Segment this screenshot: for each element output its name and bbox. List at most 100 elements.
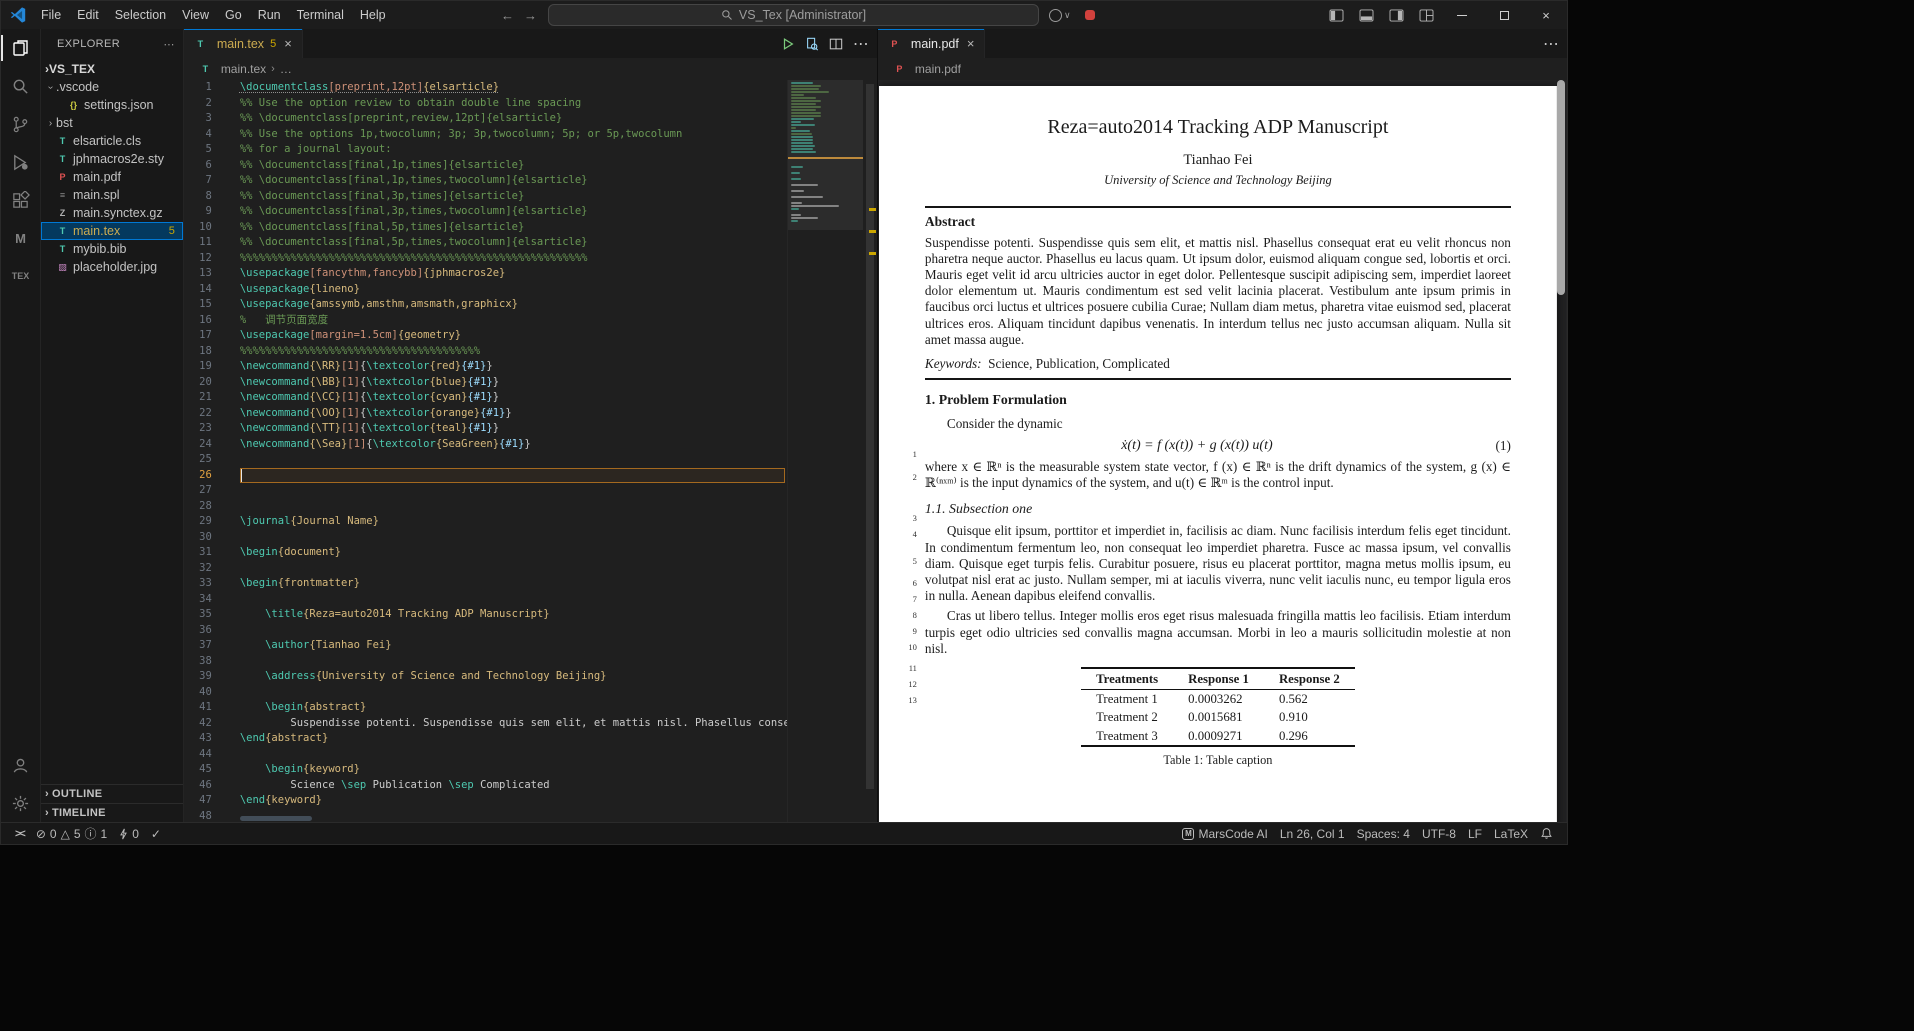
pdf-scrollbar-thumb[interactable] [1557, 80, 1565, 295]
tab-main-pdf[interactable]: P main.pdf × [877, 29, 986, 58]
encoding-status[interactable]: UTF-8 [1416, 823, 1462, 845]
code-line[interactable]: 33 \begin{frontmatter} [184, 576, 877, 592]
line-number[interactable]: 25 [184, 452, 228, 468]
code-line[interactable]: 1 \documentclass[preprint,12pt]{elsarticl… [184, 80, 877, 96]
line-number[interactable]: 23 [184, 421, 228, 437]
line-number[interactable]: 15 [184, 297, 228, 313]
line-number[interactable]: 44 [184, 747, 228, 763]
menu-file[interactable]: File [33, 4, 69, 26]
line-number[interactable]: 28 [184, 499, 228, 515]
line-number[interactable]: 18 [184, 344, 228, 360]
scrollbar-thumb[interactable] [865, 84, 874, 789]
code-line[interactable]: 18%%%%%%%%%%%%%%%%%%%%%%%%%%%%%%%%%%%%%% [184, 344, 877, 360]
build-check-status[interactable]: ✓ [145, 823, 167, 845]
minimap[interactable] [786, 80, 863, 822]
line-number[interactable]: 13 [184, 266, 228, 282]
code-line[interactable]: 23 \newcommand{\TT}[1]{\textcolor{teal}{#… [184, 421, 877, 437]
code-line[interactable]: 30 [184, 530, 877, 546]
file-tree-item[interactable]: ≡ main.spl [41, 186, 183, 204]
latex-workshop-icon[interactable]: TEX [1, 257, 41, 295]
indentation-status[interactable]: Spaces: 4 [1351, 823, 1416, 845]
nav-forward-icon[interactable]: → [524, 8, 537, 23]
outline-section[interactable]: › OUTLINE [41, 784, 183, 803]
command-center-search[interactable]: VS_Tex [Administrator] [548, 4, 1039, 26]
line-number[interactable]: 9 [184, 204, 228, 220]
code-line[interactable]: 36 [184, 623, 877, 639]
code-line[interactable]: 40 [184, 685, 877, 701]
toggle-secondary-sidebar-icon[interactable] [1381, 1, 1411, 29]
tab-main-tex[interactable]: T main.tex 5 × [183, 29, 303, 58]
line-number[interactable]: 17 [184, 328, 228, 344]
close-window-button[interactable]: × [1525, 1, 1567, 29]
file-tree-item[interactable]: Tjphmacros2e.sty [41, 150, 183, 168]
copilot-menu-icon[interactable]: ∨ [1049, 8, 1071, 22]
code-line[interactable]: 43 \end{abstract} [184, 731, 877, 747]
remote-indicator[interactable]: >< [9, 823, 30, 845]
customize-layout-icon[interactable] [1411, 1, 1441, 29]
line-number[interactable]: 1 [184, 80, 228, 96]
code-line[interactable]: 24 \newcommand{\Sea}[1]{\textcolor{SeaGre… [184, 437, 877, 453]
bolt-status[interactable]: 0 [113, 823, 145, 845]
code-line[interactable]: 46 Science \sep Publication \sep Complic… [184, 778, 877, 794]
code-line[interactable]: 37 \author{Tianhao Fei} [184, 638, 877, 654]
search-view-icon[interactable] [1, 67, 41, 105]
code-line[interactable]: 41 \begin{abstract} [184, 700, 877, 716]
line-number[interactable]: 20 [184, 375, 228, 391]
code-line[interactable]: 15 \usepackage{amssymb,amsthm,amsmath,gra… [184, 297, 877, 313]
explorer-more-actions-icon[interactable]: ⋯ [163, 38, 174, 51]
line-number[interactable]: 31 [184, 545, 228, 561]
code-line[interactable]: 45 \begin{keyword} [184, 762, 877, 778]
vertical-scrollbar[interactable] [863, 80, 877, 822]
menu-selection[interactable]: Selection [107, 4, 174, 26]
line-number[interactable]: 14 [184, 282, 228, 298]
file-tree-item[interactable]: Telsarticle.cls [41, 132, 183, 150]
view-pdf-button[interactable] [805, 37, 819, 51]
line-number[interactable]: 21 [184, 390, 228, 406]
close-tab-icon[interactable]: × [967, 36, 975, 51]
explorer-root-folder[interactable]: › VS_TEX [41, 59, 183, 78]
split-editor-icon[interactable] [829, 37, 843, 51]
code-line[interactable]: 7 %% \documentclass[final,1p,times,twocol… [184, 173, 877, 189]
code-line[interactable]: 9 %% \documentclass[final,3p,times,twocol… [184, 204, 877, 220]
toggle-primary-sidebar-icon[interactable] [1321, 1, 1351, 29]
file-tree-item[interactable]: ▨ placeholder.jpg [41, 258, 183, 276]
eol-status[interactable]: LF [1462, 823, 1488, 845]
line-number[interactable]: 3 [184, 111, 228, 127]
line-number[interactable]: 48 [184, 809, 228, 823]
line-number[interactable]: 6 [184, 158, 228, 174]
menu-edit[interactable]: Edit [69, 4, 107, 26]
line-number[interactable]: 19 [184, 359, 228, 375]
pdf-scrollbar[interactable] [1556, 80, 1566, 822]
line-number[interactable]: 32 [184, 561, 228, 577]
code-line[interactable]: 34 [184, 592, 877, 608]
nav-back-icon[interactable]: ← [501, 8, 514, 23]
settings-gear-icon[interactable] [1, 784, 41, 822]
code-line[interactable]: 4 %% Use the options 1p,twocolumn; 3p; 3p… [184, 127, 877, 143]
code-line[interactable]: 17 \usepackage[margin=1.5cm]{geometry} [184, 328, 877, 344]
code-line[interactable]: 25 [184, 452, 877, 468]
explorer-icon[interactable] [0, 29, 41, 67]
line-number[interactable]: 11 [184, 235, 228, 251]
menu-run[interactable]: Run [250, 4, 289, 26]
menu-view[interactable]: View [174, 4, 217, 26]
menu-help[interactable]: Help [352, 4, 394, 26]
line-number[interactable]: 8 [184, 189, 228, 205]
code-line[interactable]: 14 \usepackage{lineno} [184, 282, 877, 298]
notifications-bell-icon[interactable] [1534, 823, 1559, 845]
run-debug-icon[interactable] [1, 143, 41, 181]
code-line[interactable]: 42 Suspendisse potenti. Suspendisse quis… [184, 716, 877, 732]
menu-terminal[interactable]: Terminal [289, 4, 352, 26]
code-line[interactable]: 6 %% \documentclass[final,1p,times]{elsar… [184, 158, 877, 174]
marscode-status[interactable]: M MarsCode AI [1176, 823, 1273, 845]
code-line[interactable]: 38 [184, 654, 877, 670]
line-number[interactable]: 22 [184, 406, 228, 422]
horizontal-scrollbar[interactable] [239, 816, 312, 821]
account-icon[interactable] [1, 746, 41, 784]
line-number[interactable]: 2 [184, 96, 228, 112]
more-editor-actions-icon[interactable]: ⋯ [853, 34, 869, 54]
code-line[interactable]: 28 [184, 499, 877, 515]
code-line[interactable]: 44 [184, 747, 877, 763]
line-number[interactable]: 34 [184, 592, 228, 608]
code-line[interactable]: 39 \address{University of Science and Te… [184, 669, 877, 685]
cursor-position-status[interactable]: Ln 26, Col 1 [1274, 823, 1351, 845]
